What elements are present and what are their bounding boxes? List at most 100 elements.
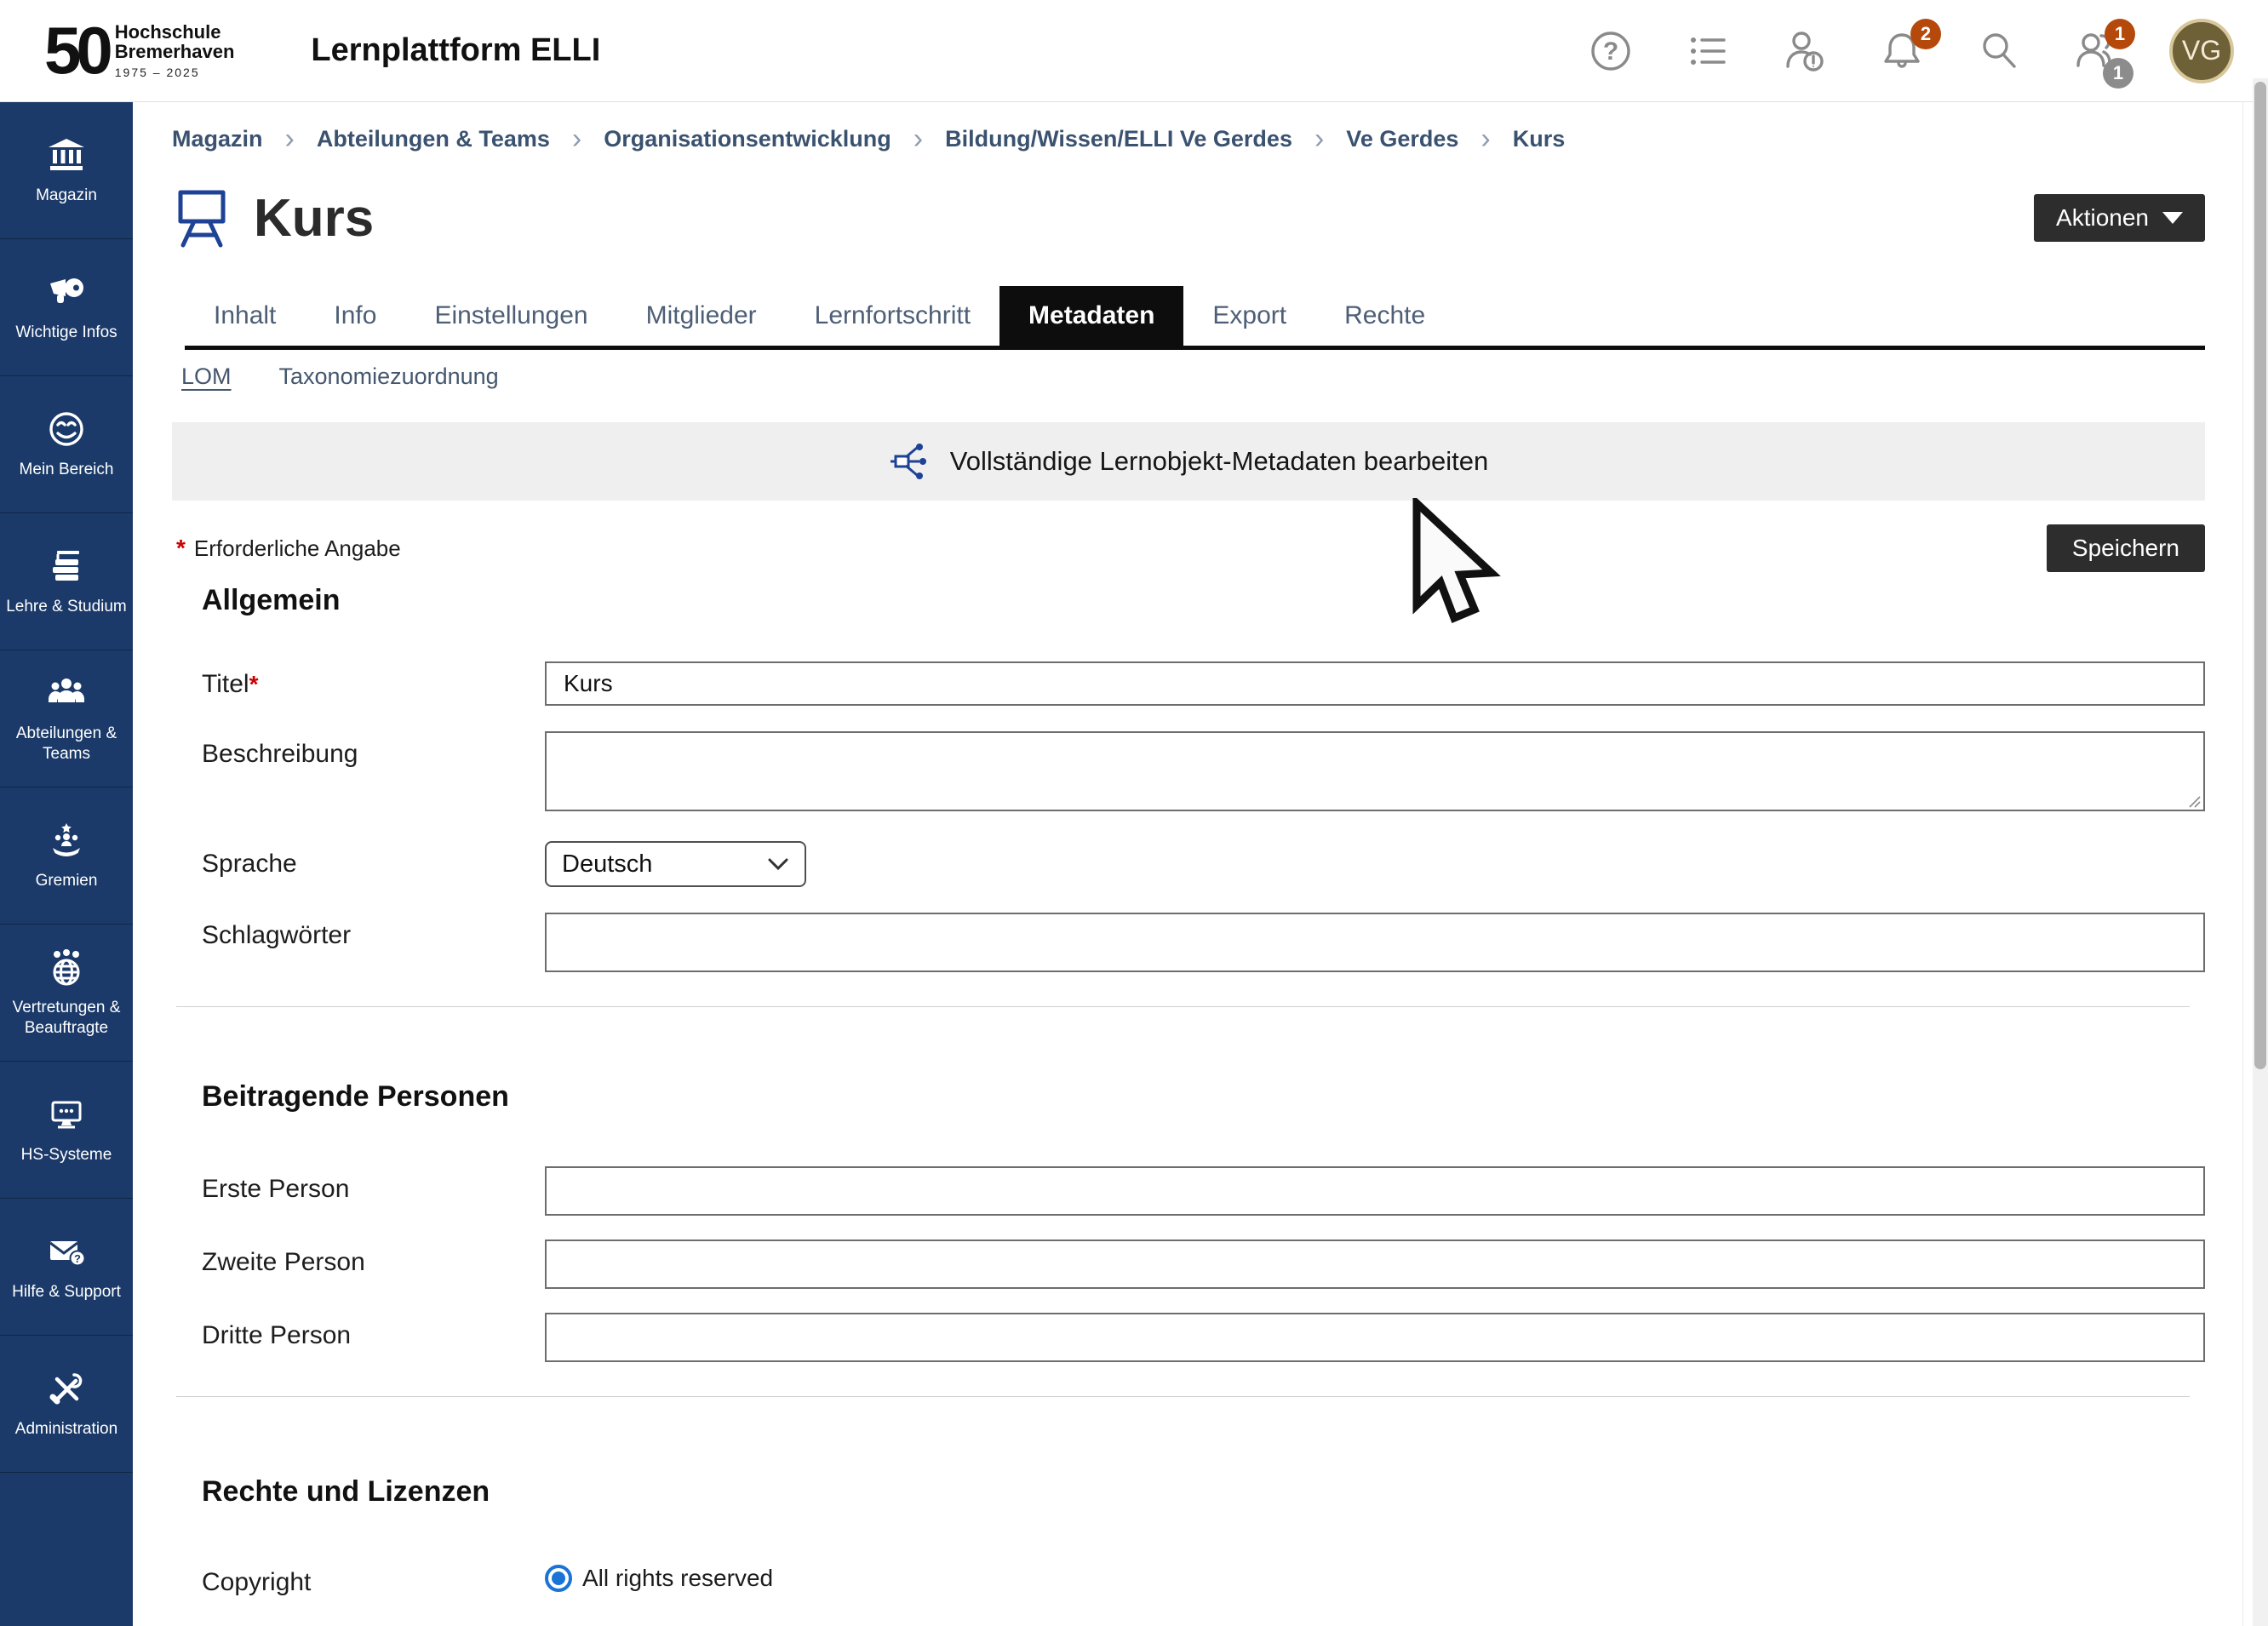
contacts-icon[interactable]: 1 1 — [2072, 27, 2120, 75]
user-avatar[interactable]: VG — [2169, 19, 2234, 83]
sidebar-item-magazin[interactable]: Magazin — [0, 102, 133, 239]
scrollbar-track[interactable] — [2253, 78, 2268, 1626]
sidebar-item-vertretungen[interactable]: Vertretungen & Beauftragte — [0, 925, 133, 1062]
copyright-all-rights-reserved-option[interactable]: All rights reserved — [545, 1565, 2205, 1592]
field-row-dritte-person: Dritte Person — [172, 1313, 2205, 1362]
language-select-value: Deutsch — [562, 850, 652, 879]
sidebar-item-wichtige-infos[interactable]: Wichtige Infos — [0, 239, 133, 376]
bank-icon — [46, 135, 87, 175]
chevron-right-icon: › — [914, 124, 923, 153]
contacts-badge-bottom: 1 — [2103, 58, 2133, 89]
tab-lernfortschritt[interactable]: Lernfortschritt — [786, 286, 999, 346]
svg-text:?: ? — [1603, 37, 1618, 66]
field-row-sprache: Sprache Deutsch — [172, 841, 2205, 887]
breadcrumb-ve-gerdes[interactable]: Ve Gerdes — [1346, 126, 1458, 152]
breadcrumb-organisationsentwicklung[interactable]: Organisationsentwicklung — [604, 126, 891, 152]
tab-export[interactable]: Export — [1183, 286, 1315, 346]
committee-icon — [46, 820, 87, 861]
university-logo[interactable]: 50 Hochschule Bremerhaven 1975 – 2025 — [44, 20, 234, 80]
books-icon — [46, 546, 87, 587]
banner-label: Vollständige Lernobjekt-Metadaten bearbe… — [950, 446, 1489, 477]
breadcrumb-bildung-wissen[interactable]: Bildung/Wissen/ELLI Ve Gerdes — [945, 126, 1292, 152]
required-marker: * — [176, 535, 186, 562]
tab-inhalt[interactable]: Inhalt — [185, 286, 305, 346]
radio-selected-icon[interactable] — [545, 1565, 572, 1592]
titel-input[interactable] — [545, 661, 2205, 706]
header-actions: ? 2 — [1587, 19, 2234, 83]
user-status-icon[interactable] — [1781, 27, 1829, 75]
beschreibung-label: Beschreibung — [172, 731, 545, 769]
notifications-bell-icon[interactable]: 2 — [1878, 27, 1926, 75]
main-sidebar: Magazin Wichtige Infos Mein Bereich Lehr… — [0, 102, 133, 1626]
logo-years: 1975 – 2025 — [115, 66, 235, 79]
field-row-zweite-person: Zweite Person — [172, 1240, 2205, 1289]
node-share-icon — [889, 442, 928, 481]
sprache-label: Sprache — [172, 841, 545, 879]
save-button[interactable]: Speichern — [2047, 524, 2205, 572]
tab-bar: Inhalt Info Einstellungen Mitglieder Ler… — [185, 286, 2205, 350]
monitor-icon — [46, 1094, 87, 1135]
section-rechte-fields: Copyright All rights reserved — [172, 1560, 2205, 1597]
copyright-option-label: All rights reserved — [582, 1565, 773, 1592]
search-icon[interactable] — [1975, 27, 2023, 75]
megaphone-icon — [46, 272, 87, 312]
edit-full-metadata-banner[interactable]: Vollständige Lernobjekt-Metadaten bearbe… — [172, 422, 2205, 501]
section-personen-fields: Erste Person Zweite Person Dritte Person — [172, 1166, 2205, 1362]
tab-metadaten[interactable]: Metadaten — [999, 286, 1183, 346]
logo-50: 50 — [44, 20, 108, 80]
content-right-edge — [2242, 102, 2243, 1626]
chevron-right-icon: › — [285, 124, 295, 153]
dritte-person-input[interactable] — [545, 1313, 2205, 1362]
sidebar-item-administration[interactable]: Administration — [0, 1336, 133, 1473]
subtab-bar: LOM Taxonomiezuordnung — [181, 364, 2205, 390]
elli-app: 50 Hochschule Bremerhaven 1975 – 2025 Le… — [0, 0, 2268, 1626]
subtab-lom[interactable]: LOM — [181, 364, 232, 390]
mail-question-icon: ? — [46, 1231, 87, 1272]
tools-icon — [46, 1368, 87, 1409]
chevron-down-icon — [2162, 212, 2183, 224]
resize-grip-icon[interactable] — [2186, 793, 2202, 809]
chevron-down-icon — [767, 857, 789, 871]
contacts-badge-top: 1 — [2105, 19, 2135, 49]
section-title-rechte: Rechte und Lizenzen — [202, 1475, 2205, 1509]
sidebar-item-hs-systeme[interactable]: HS-Systeme — [0, 1062, 133, 1199]
chevron-right-icon: › — [1480, 124, 1490, 153]
zweite-person-input[interactable] — [545, 1240, 2205, 1289]
scrollbar-thumb[interactable] — [2254, 82, 2266, 1069]
logo-name-line1: Hochschule — [115, 22, 235, 42]
help-icon[interactable]: ? — [1587, 27, 1635, 75]
tab-info[interactable]: Info — [305, 286, 405, 346]
sidebar-item-lehre-studium[interactable]: Lehre & Studium — [0, 513, 133, 650]
breadcrumb-kurs[interactable]: Kurs — [1513, 126, 1566, 152]
logo-name-line2: Bremerhaven — [115, 42, 235, 61]
schlagwoerter-input[interactable] — [545, 913, 2205, 972]
sidebar-item-abteilungen-teams[interactable]: Abteilungen & Teams — [0, 650, 133, 787]
schlagwoerter-label: Schlagwörter — [172, 913, 545, 950]
breadcrumb-magazin[interactable]: Magazin — [172, 126, 263, 152]
course-easel-icon — [174, 187, 230, 249]
field-row-beschreibung: Beschreibung — [172, 731, 2205, 816]
section-divider — [176, 1396, 2190, 1397]
titel-required-marker: * — [249, 671, 259, 697]
erste-person-input[interactable] — [545, 1166, 2205, 1216]
tab-einstellungen[interactable]: Einstellungen — [405, 286, 616, 346]
top-header: 50 Hochschule Bremerhaven 1975 – 2025 Le… — [0, 0, 2268, 102]
beschreibung-textarea[interactable] — [545, 731, 2205, 811]
chevron-right-icon: › — [572, 124, 581, 153]
tab-rechte[interactable]: Rechte — [1315, 286, 1454, 346]
tab-mitglieder[interactable]: Mitglieder — [617, 286, 786, 346]
sidebar-item-mein-bereich[interactable]: Mein Bereich — [0, 376, 133, 513]
language-select[interactable]: Deutsch — [545, 841, 806, 887]
subtab-taxonomiezuordnung[interactable]: Taxonomiezuordnung — [279, 364, 499, 390]
field-row-titel: Titel* — [172, 661, 2205, 706]
section-allgemein-fields: Titel* Beschreibung Sprache Deutsch — [172, 661, 2205, 972]
notification-count-badge: 2 — [1910, 19, 1941, 49]
breadcrumb-abteilungen[interactable]: Abteilungen & Teams — [317, 126, 550, 152]
list-icon[interactable] — [1684, 27, 1732, 75]
chevron-right-icon: › — [1314, 124, 1324, 153]
erste-person-label: Erste Person — [172, 1166, 545, 1204]
actions-button[interactable]: Aktionen — [2034, 194, 2205, 242]
sidebar-item-gremien[interactable]: Gremien — [0, 787, 133, 925]
section-title-allgemein: Allgemein — [202, 584, 2205, 617]
sidebar-item-hilfe-support[interactable]: ? Hilfe & Support — [0, 1199, 133, 1336]
